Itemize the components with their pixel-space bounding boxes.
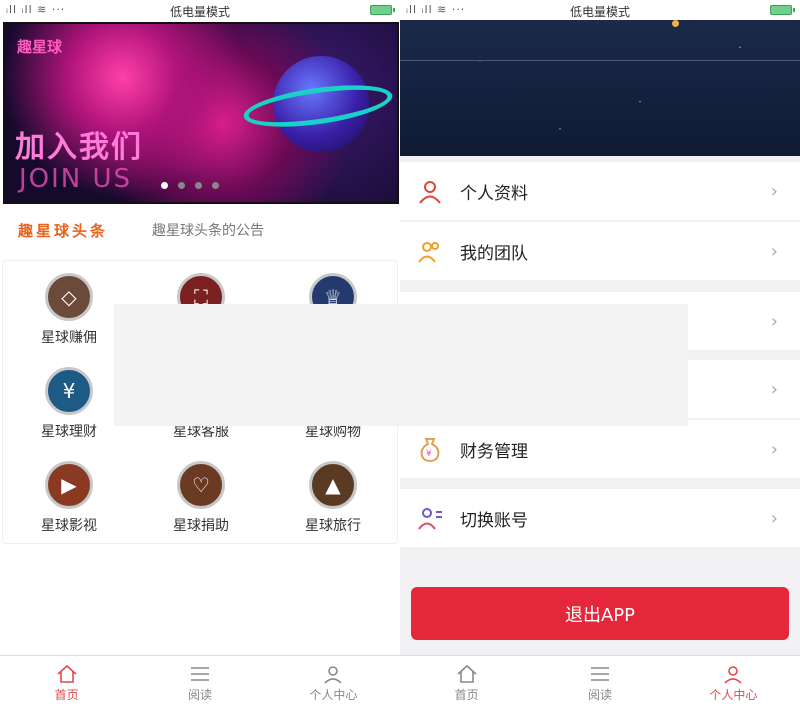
menu-my-team[interactable]: 我的团队 ›: [400, 222, 800, 280]
chevron-right-icon: ›: [770, 379, 778, 400]
tab-label: 首页: [454, 688, 479, 702]
list-icon: [589, 664, 611, 684]
tab-profile[interactable]: 个人中心: [667, 656, 800, 711]
carousel-dot[interactable]: [212, 182, 219, 189]
menu-label: 我的团队: [460, 243, 528, 264]
money-bag-icon: ¥: [416, 435, 444, 463]
battery-icon: [770, 5, 795, 15]
home-icon: [56, 664, 78, 684]
grid-item[interactable]: ♡ 星球捐助: [135, 449, 267, 541]
status-bar: ᵢll ᵢll ≋ ··· 低电量模式: [400, 0, 800, 20]
carousel-dots: [161, 182, 219, 189]
headline-notice[interactable]: 趣星球头条的公告: [152, 220, 264, 240]
person-icon: [416, 177, 444, 205]
banner-logo: 趣星球: [17, 38, 63, 56]
tab-label: 阅读: [187, 688, 212, 702]
header-divider: [400, 60, 800, 61]
grid-item[interactable]: ▲ 星球旅行: [267, 449, 399, 541]
tab-label: 首页: [54, 688, 79, 702]
grid-item-label: 星球捐助: [173, 518, 229, 534]
grid-item-label: 星球影视: [41, 518, 97, 534]
list-icon: [189, 664, 211, 684]
tab-bar: 首页 阅读 个人中心: [400, 655, 800, 711]
film-icon: ▶: [45, 461, 93, 509]
banner-title-en: JOIN US: [19, 164, 133, 194]
diamond-icon: ◇: [45, 273, 93, 321]
status-bar: ᵢll ᵢll ≋ ··· 低电量模式: [0, 0, 400, 20]
menu-label: 个人资料: [460, 183, 528, 204]
chevron-right-icon: ›: [770, 508, 778, 529]
headline-brand: 趣星球头条: [18, 221, 109, 240]
user-icon: [322, 664, 344, 684]
tab-bar: 首页 阅读 个人中心: [0, 655, 400, 711]
banner-title-cn: 加入我们: [15, 130, 143, 165]
chevron-right-icon: ›: [770, 439, 778, 460]
ticket-icon: ¥: [45, 367, 93, 415]
chevron-right-icon: ›: [770, 181, 778, 202]
logout-button[interactable]: 退出APP: [411, 587, 789, 640]
menu-personal-info[interactable]: 个人资料 ›: [400, 162, 800, 220]
loading-overlay: [114, 304, 688, 426]
grid-item[interactable]: ▶ 星球影视: [3, 449, 135, 541]
tab-label: 个人中心: [309, 688, 358, 702]
status-mode: 低电量模式: [169, 5, 230, 19]
heart-icon: ♡: [177, 461, 225, 509]
header-dot: [672, 20, 679, 27]
battery-icon: [370, 5, 395, 15]
switch-account-icon: [416, 504, 444, 532]
tab-label: 个人中心: [709, 688, 758, 702]
profile-header-background: [400, 20, 800, 156]
carousel-dot[interactable]: [178, 182, 185, 189]
banner-carousel[interactable]: 趣星球 加入我们 JOIN US: [3, 22, 399, 204]
rocket-icon: ▲: [309, 461, 357, 509]
tab-home[interactable]: 首页: [0, 656, 133, 711]
carousel-dot[interactable]: [161, 182, 168, 189]
tab-profile[interactable]: 个人中心: [267, 656, 400, 711]
grid-item-label: 星球旅行: [305, 518, 361, 534]
home-icon: [456, 664, 478, 684]
tab-reading[interactable]: 阅读: [133, 656, 266, 711]
user-icon: [722, 664, 744, 684]
menu-label: 切换账号: [460, 510, 528, 531]
menu-finance[interactable]: ¥ 财务管理 ›: [400, 420, 800, 478]
menu-label: 财务管理: [460, 441, 528, 462]
team-icon: [416, 237, 444, 265]
menu-switch-account[interactable]: 切换账号 ›: [400, 489, 800, 547]
headline-bar[interactable]: 趣星球头条 趣星球头条的公告: [0, 206, 400, 254]
svg-text:¥: ¥: [426, 449, 432, 459]
carousel-dot[interactable]: [195, 182, 202, 189]
chevron-right-icon: ›: [770, 311, 778, 332]
chevron-right-icon: ›: [770, 241, 778, 262]
tab-home[interactable]: 首页: [400, 656, 533, 711]
tab-reading[interactable]: 阅读: [533, 656, 666, 711]
status-mode: 低电量模式: [569, 5, 630, 19]
tab-label: 阅读: [587, 688, 612, 702]
